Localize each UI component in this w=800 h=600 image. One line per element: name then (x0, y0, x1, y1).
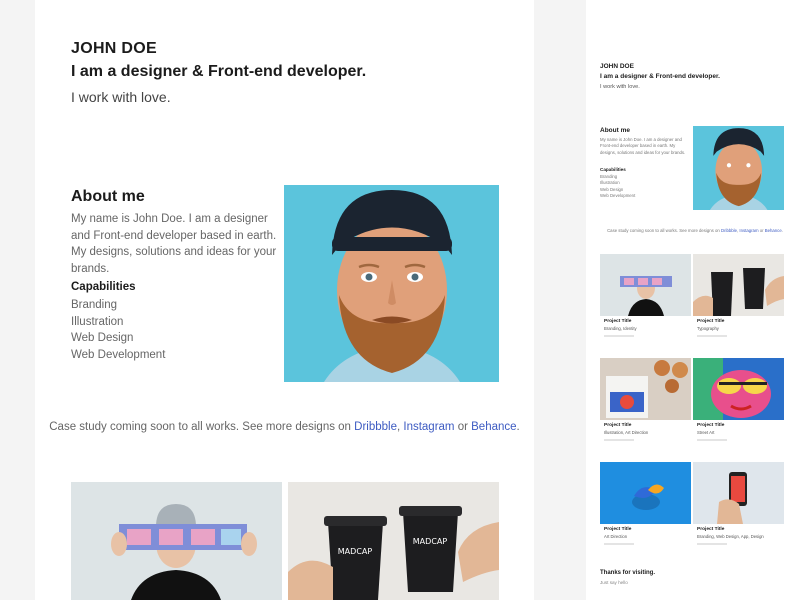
preview-capabilities-list: Branding Illustration Web Design Web Dev… (600, 174, 635, 199)
preview-site-tagline: I am a designer & Front-end developer. (600, 73, 720, 80)
preview-project-category: Typography (697, 326, 719, 331)
portrait-photo (284, 185, 499, 382)
preview-project-thumbnail-6[interactable] (693, 462, 784, 524)
behance-link[interactable]: Behance (471, 421, 516, 433)
preview-project-title: Project Title (604, 319, 632, 324)
capabilities-list: Branding Illustration Web Design Web Dev… (71, 297, 165, 363)
preview-dribbble-link[interactable]: Dribbble (721, 228, 737, 233)
about-text: My name is John Doe. I am a designer and… (71, 213, 277, 275)
preview-project-title: Project Title (604, 527, 632, 532)
capability-item: Web Design (71, 332, 134, 344)
preview-case-suffix: . (781, 228, 783, 233)
preview-capability-item: Web Development (600, 192, 636, 198)
preview-project-meta (697, 543, 727, 545)
project-thumbnail-typography[interactable]: MADCAP MADCAP (288, 482, 499, 600)
preview-site-subline: I work with love. (600, 84, 640, 90)
preview-about-text: My name is John Doe. I am a designer and… (600, 137, 686, 155)
preview-project-meta (604, 543, 634, 545)
preview-project-meta (604, 335, 634, 337)
project-thumbnail-branding[interactable] (71, 482, 282, 600)
preview-portrait-photo (693, 126, 784, 210)
preview-thanks-text: Thanks for visiting. (600, 570, 656, 576)
preview-case-study-note: Case study coming soon to all works. See… (600, 228, 790, 233)
preview-project-title: Project Title (697, 423, 725, 428)
main-page: JOHN DOE I am a designer & Front-end dev… (35, 0, 534, 600)
preview-hello-link[interactable]: Just say hello (600, 580, 628, 585)
page-preview: JOHN DOE I am a designer & Front-end dev… (586, 0, 800, 600)
preview-instagram-link[interactable]: Instagram (739, 228, 758, 233)
preview-project-category: Branding, Web Design, App, Design (697, 534, 764, 539)
preview-project-thumbnail-2[interactable] (693, 254, 784, 316)
preview-about-title: About me (600, 127, 630, 134)
case-study-suffix: . (516, 421, 520, 433)
preview-project-category: Art Direction (604, 534, 628, 539)
preview-case-prefix: Case study coming soon to all works. See… (607, 228, 722, 233)
preview-project-category: Branding, Identity (604, 326, 637, 331)
dribbble-link[interactable]: Dribbble (354, 421, 397, 433)
preview-behance-link[interactable]: Behance (765, 228, 782, 233)
site-tagline: I am a designer & Front-end developer. (71, 63, 367, 80)
preview-project-meta (697, 439, 727, 441)
capabilities-title: Capabilities (71, 281, 136, 293)
preview-project-thumbnail-5[interactable] (600, 462, 691, 524)
case-study-sep: or (454, 421, 472, 433)
svg-text:MADCAP: MADCAP (413, 537, 448, 546)
preview-project-title: Project Title (604, 423, 632, 428)
preview-site-name: JOHN DOE (600, 63, 634, 70)
capability-item: Illustration (71, 315, 124, 328)
preview-project-category: Street Art (697, 430, 715, 435)
preview-project-thumbnail-4[interactable] (693, 358, 784, 420)
about-title: About me (71, 188, 145, 205)
preview-capabilities-title: Capabilities (600, 167, 626, 172)
preview-project-title: Project Title (697, 527, 725, 532)
preview-project-thumbnail-3[interactable] (600, 358, 691, 420)
preview-project-title: Project Title (697, 319, 725, 324)
site-name: JOHN DOE (71, 40, 157, 57)
preview-project-thumbnail-1[interactable] (600, 254, 691, 316)
case-study-prefix: Case study coming soon to all works. See… (49, 421, 355, 433)
site-subline: I work with love. (71, 89, 171, 105)
preview-project-meta (604, 439, 634, 441)
svg-text:MADCAP: MADCAP (338, 547, 373, 556)
capability-item: Web Development (71, 348, 166, 361)
preview-project-meta (697, 335, 727, 337)
instagram-link[interactable]: Instagram (403, 421, 454, 433)
preview-project-category: Illustration, Art Direction (604, 430, 649, 435)
capability-item: Branding (71, 299, 118, 311)
case-study-note: Case study coming soon to all works. See… (35, 421, 534, 433)
